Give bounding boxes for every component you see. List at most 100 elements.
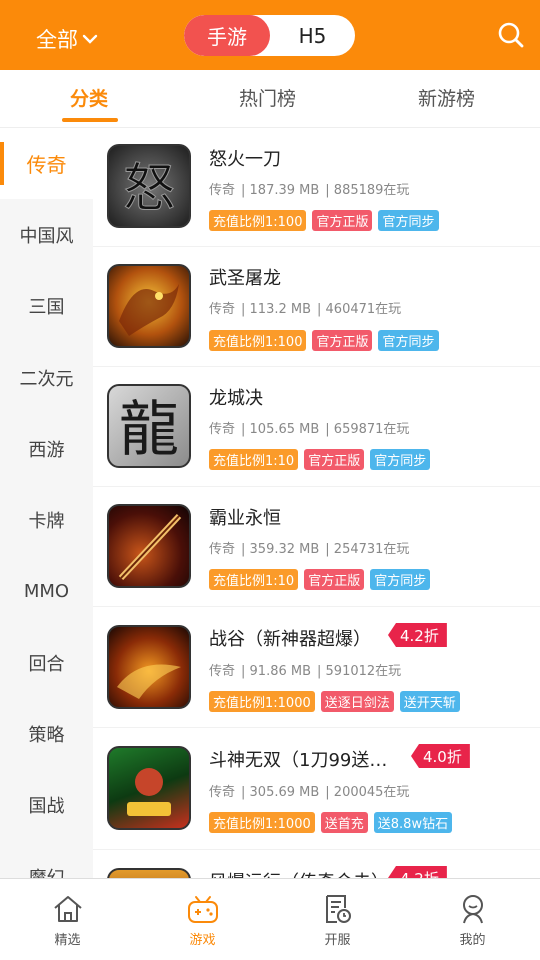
game-players: | 254731在玩 [325,542,410,557]
sidebar-item-label: 国战 [28,795,65,817]
tag: 充值比例1:1000 [209,812,315,833]
platform-switch: 手游 H5 [184,15,355,56]
tag: 充值比例1:1000 [209,691,315,712]
sidebar-item-label: 回合 [28,653,65,675]
game-genre: 传奇 [209,664,236,679]
game-size: | 91.86 MB [241,664,312,679]
game-tags: 充值比例1:100 官方正版 官方同步 [209,210,439,231]
tag: 送8.8w钻石 [373,812,453,833]
tag: 充值比例1:100 [209,330,307,351]
gamepad-icon [187,896,218,923]
discount-badge: 4.0折 [411,744,470,768]
game-players: | 591012在玩 [317,664,402,679]
mobile-games-toggle[interactable]: 手游 [184,15,270,56]
game-meta: 传奇 | 305.69 MB | 200045在玩 [209,781,415,800]
sidebar-item-label: 中国风 [19,225,74,247]
game-icon [107,504,191,588]
game-genre: 传奇 [209,183,236,198]
game-size: | 113.2 MB [241,302,312,317]
game-meta: 传奇 | 113.2 MB | 460471在玩 [209,298,407,317]
tab-hot-ranking[interactable]: 热门榜 [239,84,296,111]
sidebar-item-journey-west[interactable]: 西游 [0,413,93,484]
game-name: 斗神无双（1刀99送… [209,750,388,771]
server-list-icon [325,895,351,923]
game-row[interactable]: 风爆运行（传奇合击） 4.2折 [93,850,540,878]
category-sidebar: 传奇 中国风 三国 二次元 西游 卡牌 MMO 回合 策略 国战 魔幻 [0,128,93,878]
nav-games[interactable]: 游戏 [135,879,270,960]
tab-category[interactable]: 分类 [70,84,108,111]
game-meta: 传奇 | 105.65 MB | 659871在玩 [209,418,415,437]
all-category-dropdown[interactable]: 全部 [36,24,98,54]
sidebar-item-legend[interactable]: 传奇 [0,128,93,199]
tag: 送首充 [320,812,368,833]
discount-badge: 4.2折 [388,866,447,878]
home-icon [53,896,82,922]
sidebar-item-label: 传奇 [26,153,67,177]
nav-mine[interactable]: 我的 [405,879,540,960]
sidebar-item-label: 西游 [28,439,65,461]
game-row[interactable]: 霸业永恒 传奇 | 359.32 MB | 254731在玩 充值比例1:10 官方正… [93,487,540,607]
nav-label: 精选 [54,933,81,948]
h5-games-toggle[interactable]: H5 [270,15,355,56]
sidebar-item-nation-war[interactable]: 国战 [0,769,93,840]
tag: 充值比例1:10 [209,569,299,590]
sidebar-item-anime[interactable]: 二次元 [0,342,93,413]
game-name: 龙城决 [209,388,263,409]
sidebar-item-label: MMO [23,581,70,602]
nav-label: 我的 [459,933,486,948]
active-tab-indicator [62,118,118,122]
discount-badge: 4.2折 [388,623,447,647]
nav-featured[interactable]: 精选 [0,879,135,960]
game-icon [107,746,191,830]
sidebar-item-label: 卡牌 [28,510,65,532]
sidebar-item-strategy[interactable]: 策略 [0,698,93,769]
game-icon [107,264,191,348]
sidebar-item-label: 三国 [28,296,65,318]
active-indicator [0,142,4,185]
game-tags: 充值比例1:1000 送逐日剑法 送开天斩 [209,691,460,712]
game-players: | 200045在玩 [325,785,410,800]
top-bar: 全部 手游 H5 [0,0,540,70]
game-row[interactable]: 武圣屠龙 传奇 | 113.2 MB | 460471在玩 充值比例1:100 官方正… [93,247,540,367]
game-size: | 359.32 MB [241,542,320,557]
sidebar-item-mmo[interactable]: MMO [0,556,93,627]
game-row[interactable]: 龍 龙城决 传奇 | 105.65 MB | 659871在玩 充值比例1:10 官方… [93,367,540,487]
bottom-nav: 精选 游戏 开服 我的 [0,878,540,959]
sidebar-item-label: 魔幻 [28,867,65,879]
game-row[interactable]: 怒 怒火一刀 传奇 | 187.39 MB | 885189在玩 充值比例1:100… [93,128,540,247]
chevron-down-icon [82,34,98,44]
sidebar-item-three-kingdoms[interactable]: 三国 [0,270,93,341]
tag: 官方同步 [378,210,439,231]
game-icon [107,625,191,709]
sidebar-item-label: 策略 [28,724,65,746]
sidebar-item-fantasy[interactable]: 魔幻 [0,841,93,879]
tag: 官方正版 [304,449,365,470]
game-row[interactable]: 战谷（新神器超爆） 4.2折 传奇 | 91.86 MB | 591012在玩 充值… [93,607,540,728]
game-players: | 460471在玩 [317,302,402,317]
game-size: | 105.65 MB [241,422,320,437]
game-list: 怒 怒火一刀 传奇 | 187.39 MB | 885189在玩 充值比例1:100… [93,128,540,878]
all-category-label: 全部 [36,28,78,52]
tab-new-ranking[interactable]: 新游榜 [418,84,475,111]
nav-server-open[interactable]: 开服 [270,879,405,960]
game-meta: 传奇 | 359.32 MB | 254731在玩 [209,538,415,557]
game-tags: 充值比例1:10 官方正版 官方同步 [209,449,431,470]
nav-label: 开服 [324,933,351,948]
game-icon: 龍 [107,384,191,468]
svg-text:龍: 龍 [119,395,179,465]
game-size: | 305.69 MB [241,785,320,800]
sidebar-item-card[interactable]: 卡牌 [0,484,93,555]
sidebar-item-chinese-style[interactable]: 中国风 [0,199,93,270]
game-genre: 传奇 [209,422,236,437]
svg-text:怒: 怒 [123,159,175,219]
game-tags: 充值比例1:10 官方正版 官方同步 [209,569,431,590]
game-row[interactable]: 斗神无双（1刀99送… 4.0折 传奇 | 305.69 MB | 200045在玩… [93,728,540,850]
tag: 充值比例1:10 [209,449,299,470]
tag: 官方正版 [312,330,373,351]
sidebar-item-turn-based[interactable]: 回合 [0,627,93,698]
game-genre: 传奇 [209,785,236,800]
game-name: 风爆运行（传奇合击） [209,868,389,878]
tag: 官方同步 [370,569,431,590]
search-icon[interactable] [497,21,525,49]
tag: 官方同步 [378,330,439,351]
